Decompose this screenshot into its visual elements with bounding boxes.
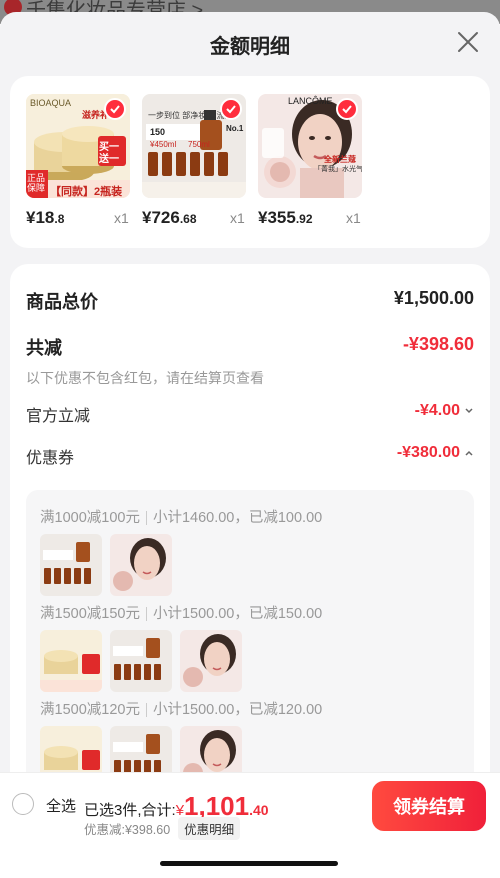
coupon-detail: 小计1500.00，已减120.00 (152, 702, 323, 718)
close-button[interactable] (456, 30, 480, 54)
coupon-rule-line: 满1500减150元 小计1500.00，已减150.00 (40, 602, 322, 623)
product-image: BIOAQUA 滋养补水 买一送一 【同款】2瓶装 正品保障 (26, 94, 130, 198)
product-quantity: x1 (346, 210, 361, 226)
chevron-up-icon (465, 450, 473, 456)
total-label: 商品总价 (26, 292, 98, 312)
selected-check-icon[interactable] (220, 98, 242, 120)
home-indicator (160, 861, 338, 866)
total-value: ¥1,500.00 (393, 288, 474, 308)
product-card: BIOAQUA 滋养补水 买一送一 【同款】2瓶装 正品保障 ¥18.8 x1 (10, 76, 490, 248)
official-value-wrap: -¥4.00 (415, 402, 474, 420)
mini-product-image (110, 534, 172, 596)
close-icon (458, 32, 478, 52)
sheet-header: 金额明细 (0, 12, 500, 76)
coupon-rule: 满1000减100元 (40, 510, 140, 526)
coupon-detail: 小计1500.00，已减150.00 (152, 606, 323, 622)
product-item[interactable]: 一步到位 部净妆 深流面 150 No.1 ¥450ml 750ml ¥726.… (142, 94, 246, 227)
coupon-value: -¥380.00 (396, 444, 460, 461)
sheet-title: 金额明细 (210, 36, 290, 58)
chevron-down-icon (465, 408, 473, 414)
official-discount-row[interactable]: 官方立减 -¥4.00 (26, 402, 474, 426)
coupon-rule-line: 满1500减120元 小计1500.00，已减120.00 (40, 698, 322, 719)
mini-product-image (180, 630, 242, 692)
promo-text: No.1 (226, 124, 244, 133)
reduce-note: 以下优惠不包含红包，请在结算页查看 (26, 370, 264, 386)
brand-text: BIOAQUA (30, 98, 72, 108)
mini-product-image (40, 630, 102, 692)
product-price: ¥355.92 (258, 208, 313, 227)
checkout-bar: 全选 已选3件,合计:¥1,101.40 优惠减:¥398.60 优惠明细 领券… (0, 772, 500, 878)
coupon-detail: 小计1460.00，已减100.00 (152, 510, 323, 526)
discount-summary: 优惠减:¥398.60 优惠明细 (84, 817, 241, 840)
official-value: -¥4.00 (414, 402, 460, 419)
promo-text: 「菁我」水光气垫 (314, 166, 362, 173)
tag-text: 正品保障 (27, 173, 46, 193)
selected-check-icon[interactable] (336, 98, 358, 120)
discount-detail-button[interactable]: 优惠明细 (178, 817, 241, 840)
product-image: LANCÔME 全新兰蔻 「菁我」水光气垫 (258, 94, 362, 198)
checkout-button[interactable]: 领券结算 (372, 781, 486, 831)
select-all-label[interactable]: 全选 (46, 795, 76, 816)
product-image: 一步到位 部净妆 深流面 150 No.1 ¥450ml 750ml (142, 94, 246, 198)
coupon-label: 优惠券 (26, 450, 75, 467)
promo-text: 750ml (188, 140, 210, 149)
coupon-products (40, 534, 172, 596)
coupon-rule: 满1500减150元 (40, 606, 140, 622)
promo-text: 买一送一 (99, 142, 119, 165)
product-item[interactable]: LANCÔME 全新兰蔻 「菁我」水光气垫 ¥355.92 x1 (258, 94, 362, 227)
coupon-row[interactable]: 优惠券 -¥380.00 (26, 444, 474, 468)
mini-product-image (40, 534, 102, 596)
coupon-rule: 满1500减120元 (40, 702, 140, 718)
amount-detail-sheet: 金额明细 BIOAQUA 滋养补水 买一送一 【同款】2瓶装 正品保障 ¥18.… (0, 12, 500, 878)
total-row: 商品总价 ¥1,500.00 (26, 288, 474, 314)
coupon-value-wrap: -¥380.00 (397, 444, 474, 462)
coupon-products (40, 630, 242, 692)
selected-check-icon[interactable] (104, 98, 126, 120)
promo-text: 150 (150, 127, 166, 137)
brand-text: LANCÔME (288, 96, 333, 106)
promo-text: 【同款】2瓶装 (50, 186, 123, 198)
promo-text: ¥450ml (150, 140, 177, 149)
official-label: 官方立减 (26, 408, 91, 425)
product-price: ¥18.8 (26, 208, 65, 227)
coupon-rule-line: 满1000减100元 小计1460.00，已减100.00 (40, 506, 322, 527)
mini-product-image (110, 630, 172, 692)
product-quantity: x1 (114, 210, 129, 226)
select-all-radio[interactable] (12, 793, 34, 815)
reduce-value: -¥398.60 (402, 334, 474, 354)
discount-text: 优惠减:¥398.60 (84, 823, 171, 837)
product-item[interactable]: BIOAQUA 滋养补水 买一送一 【同款】2瓶装 正品保障 ¥18.8 x1 (26, 94, 130, 227)
product-price: ¥726.68 (142, 208, 197, 227)
product-quantity: x1 (230, 210, 245, 226)
reduce-row: 共减 -¥398.60 以下优惠不包含红包，请在结算页查看 (26, 334, 474, 388)
